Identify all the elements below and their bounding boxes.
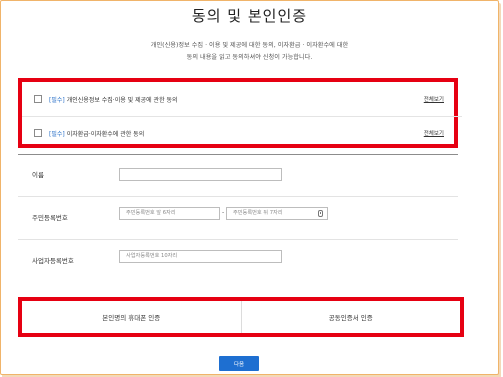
agreement-text: 이자환급·이자환수에 관한 동의 [66, 130, 145, 138]
resident-number-separator: - [222, 209, 225, 216]
view-all-link-personal-credit[interactable]: 전체보기 [424, 95, 444, 103]
agreement-label: [필수] 이자환급·이자환수에 관한 동의 [49, 129, 144, 138]
auth-method-section: 본인명의 휴대폰 인증 공동인증서 인증 [18, 297, 464, 337]
resident-number-back-input[interactable]: 주민등록번호 뒤 7자리 [226, 207, 328, 220]
name-label: 이름 [32, 171, 44, 179]
agreement-text: 개인신용정보 수집·이용 및 제공에 관한 동의 [66, 96, 178, 104]
business-number-label: 사업자등록번호 [32, 257, 74, 265]
agreement-item-personal-credit[interactable]: [필수] 개인신용정보 수집·이용 및 제공에 관한 동의 전체보기 [22, 90, 462, 117]
name-input[interactable] [119, 168, 282, 181]
required-tag: [필수] [49, 96, 65, 104]
certificate-auth-button[interactable]: 공동인증서 인증 [242, 301, 461, 333]
business-number-input[interactable]: 사업자등록번호 10자리 [119, 250, 282, 263]
agreement-section: [필수] 개인신용정보 수집·이용 및 제공에 관한 동의 전체보기 [필수] 이자… [18, 78, 462, 148]
resident-number-front-input[interactable]: 주민등록번호 앞 6자리 [119, 207, 220, 220]
form-row-name: 이름 [18, 154, 458, 197]
divider [22, 116, 462, 117]
agreement-checkbox-interest-refund[interactable] [34, 129, 42, 137]
page-title: 동의 및 본인인증 [191, 7, 308, 25]
agreement-checkbox-personal-credit[interactable] [34, 95, 42, 103]
page-frame: 동의 및 본인인증 개인(신용)정보 수집 · 이용 및 제공에 대한 동의, … [0, 0, 499, 375]
next-button[interactable]: 다음 [219, 356, 259, 371]
resident-number-label: 주민등록번호 [32, 214, 68, 222]
description-line-1: 개인(신용)정보 수집 · 이용 및 제공에 대한 동의, 이자환급 · 이자환… [150, 42, 349, 49]
secure-keypad-icon[interactable] [318, 210, 323, 217]
description-line-2: 동의 내용을 읽고 동의하셔야 신청이 가능합니다. [186, 54, 313, 61]
resident-number-back-placeholder: 주민등록번호 뒤 7자리 [233, 210, 283, 216]
agreement-label: [필수] 개인신용정보 수집·이용 및 제공에 관한 동의 [49, 95, 178, 104]
phone-auth-button[interactable]: 본인명의 휴대폰 인증 [22, 301, 242, 333]
view-all-link-interest-refund[interactable]: 전체보기 [424, 129, 444, 137]
form-row-resident-number: 주민등록번호 주민등록번호 앞 6자리 - 주민등록번호 뒤 7자리 [18, 197, 458, 240]
page-description: 개인(신용)정보 수집 · 이용 및 제공에 대한 동의, 이자환급 · 이자환… [1, 40, 498, 64]
agreement-item-interest-refund[interactable]: [필수] 이자환급·이자환수에 관한 동의 전체보기 [34, 124, 444, 142]
form-row-business-number: 사업자등록번호 사업자등록번호 10자리 [18, 240, 458, 282]
required-tag: [필수] [49, 130, 65, 138]
